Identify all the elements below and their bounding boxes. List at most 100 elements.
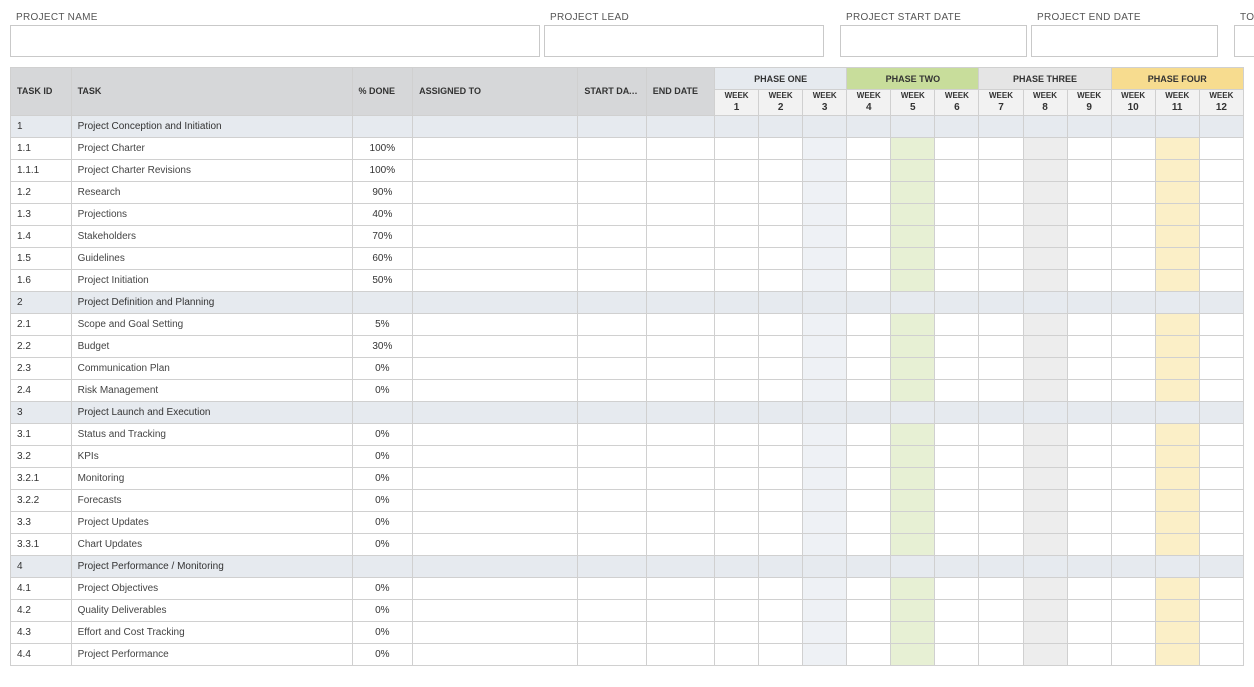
- cell-start-date[interactable]: [578, 335, 646, 357]
- cell-start-date[interactable]: [578, 357, 646, 379]
- cell-pct-done[interactable]: 60%: [352, 247, 413, 269]
- cell-assigned-to[interactable]: [413, 643, 578, 665]
- cell-week-5[interactable]: [891, 357, 935, 379]
- cell-week-9[interactable]: [1067, 555, 1111, 577]
- cell-task-id[interactable]: 4.3: [11, 621, 72, 643]
- cell-pct-done[interactable]: 0%: [352, 489, 413, 511]
- cell-week-2[interactable]: [759, 533, 803, 555]
- cell-start-date[interactable]: [578, 467, 646, 489]
- cell-week-8[interactable]: [1023, 643, 1067, 665]
- cell-end-date[interactable]: [646, 357, 714, 379]
- cell-week-6[interactable]: [935, 379, 979, 401]
- cell-week-11[interactable]: [1155, 599, 1199, 621]
- cell-week-6[interactable]: [935, 599, 979, 621]
- cell-week-9[interactable]: [1067, 225, 1111, 247]
- cell-week-3[interactable]: [803, 577, 847, 599]
- cell-task-name[interactable]: Project Charter: [71, 137, 352, 159]
- cell-week-2[interactable]: [759, 621, 803, 643]
- cell-week-12[interactable]: [1199, 357, 1243, 379]
- cell-week-5[interactable]: [891, 379, 935, 401]
- cell-week-10[interactable]: [1111, 621, 1155, 643]
- cell-week-1[interactable]: [715, 203, 759, 225]
- cell-week-11[interactable]: [1155, 313, 1199, 335]
- cell-week-10[interactable]: [1111, 203, 1155, 225]
- cell-week-11[interactable]: [1155, 225, 1199, 247]
- cell-task-id[interactable]: 3.2.2: [11, 489, 72, 511]
- cell-week-1[interactable]: [715, 269, 759, 291]
- cell-week-1[interactable]: [715, 445, 759, 467]
- cell-week-8[interactable]: [1023, 599, 1067, 621]
- cell-week-1[interactable]: [715, 115, 759, 137]
- cell-assigned-to[interactable]: [413, 203, 578, 225]
- cell-week-4[interactable]: [847, 599, 891, 621]
- cell-week-2[interactable]: [759, 137, 803, 159]
- cell-week-8[interactable]: [1023, 247, 1067, 269]
- cell-week-2[interactable]: [759, 225, 803, 247]
- cell-pct-done[interactable]: 5%: [352, 313, 413, 335]
- cell-assigned-to[interactable]: [413, 511, 578, 533]
- cell-week-10[interactable]: [1111, 533, 1155, 555]
- cell-start-date[interactable]: [578, 577, 646, 599]
- cell-week-4[interactable]: [847, 137, 891, 159]
- cell-week-3[interactable]: [803, 555, 847, 577]
- cell-week-1[interactable]: [715, 467, 759, 489]
- cell-week-6[interactable]: [935, 159, 979, 181]
- cell-week-8[interactable]: [1023, 511, 1067, 533]
- cell-week-1[interactable]: [715, 533, 759, 555]
- cell-week-12[interactable]: [1199, 137, 1243, 159]
- cell-week-12[interactable]: [1199, 555, 1243, 577]
- cell-week-4[interactable]: [847, 489, 891, 511]
- cell-week-12[interactable]: [1199, 335, 1243, 357]
- cell-week-5[interactable]: [891, 445, 935, 467]
- cell-start-date[interactable]: [578, 445, 646, 467]
- cell-pct-done[interactable]: 0%: [352, 577, 413, 599]
- cell-week-8[interactable]: [1023, 379, 1067, 401]
- cell-pct-done[interactable]: 70%: [352, 225, 413, 247]
- cell-assigned-to[interactable]: [413, 621, 578, 643]
- cell-start-date[interactable]: [578, 313, 646, 335]
- cell-week-12[interactable]: [1199, 203, 1243, 225]
- cell-task-id[interactable]: 4.1: [11, 577, 72, 599]
- cell-week-7[interactable]: [979, 313, 1023, 335]
- cell-task-name[interactable]: KPIs: [71, 445, 352, 467]
- cell-week-11[interactable]: [1155, 401, 1199, 423]
- cell-week-1[interactable]: [715, 357, 759, 379]
- cell-task-name[interactable]: Guidelines: [71, 247, 352, 269]
- cell-week-11[interactable]: [1155, 423, 1199, 445]
- cell-week-6[interactable]: [935, 621, 979, 643]
- cell-week-10[interactable]: [1111, 225, 1155, 247]
- cell-week-3[interactable]: [803, 599, 847, 621]
- cell-week-3[interactable]: [803, 269, 847, 291]
- cell-start-date[interactable]: [578, 225, 646, 247]
- today-input[interactable]: [1234, 25, 1254, 57]
- cell-start-date[interactable]: [578, 269, 646, 291]
- cell-end-date[interactable]: [646, 577, 714, 599]
- cell-week-5[interactable]: [891, 291, 935, 313]
- cell-end-date[interactable]: [646, 137, 714, 159]
- cell-week-11[interactable]: [1155, 115, 1199, 137]
- cell-week-7[interactable]: [979, 423, 1023, 445]
- cell-task-name[interactable]: Projections: [71, 203, 352, 225]
- cell-week-11[interactable]: [1155, 533, 1199, 555]
- cell-end-date[interactable]: [646, 489, 714, 511]
- cell-end-date[interactable]: [646, 313, 714, 335]
- cell-week-1[interactable]: [715, 577, 759, 599]
- cell-task-name[interactable]: Risk Management: [71, 379, 352, 401]
- cell-week-1[interactable]: [715, 401, 759, 423]
- cell-week-6[interactable]: [935, 115, 979, 137]
- cell-task-name[interactable]: Project Definition and Planning: [71, 291, 352, 313]
- cell-assigned-to[interactable]: [413, 291, 578, 313]
- cell-week-10[interactable]: [1111, 115, 1155, 137]
- cell-week-8[interactable]: [1023, 445, 1067, 467]
- cell-week-3[interactable]: [803, 115, 847, 137]
- cell-week-6[interactable]: [935, 225, 979, 247]
- cell-week-4[interactable]: [847, 269, 891, 291]
- cell-task-id[interactable]: 2.1: [11, 313, 72, 335]
- cell-week-10[interactable]: [1111, 401, 1155, 423]
- cell-end-date[interactable]: [646, 511, 714, 533]
- project-end-input[interactable]: [1031, 25, 1218, 57]
- cell-start-date[interactable]: [578, 533, 646, 555]
- cell-end-date[interactable]: [646, 335, 714, 357]
- cell-week-10[interactable]: [1111, 313, 1155, 335]
- cell-task-name[interactable]: Forecasts: [71, 489, 352, 511]
